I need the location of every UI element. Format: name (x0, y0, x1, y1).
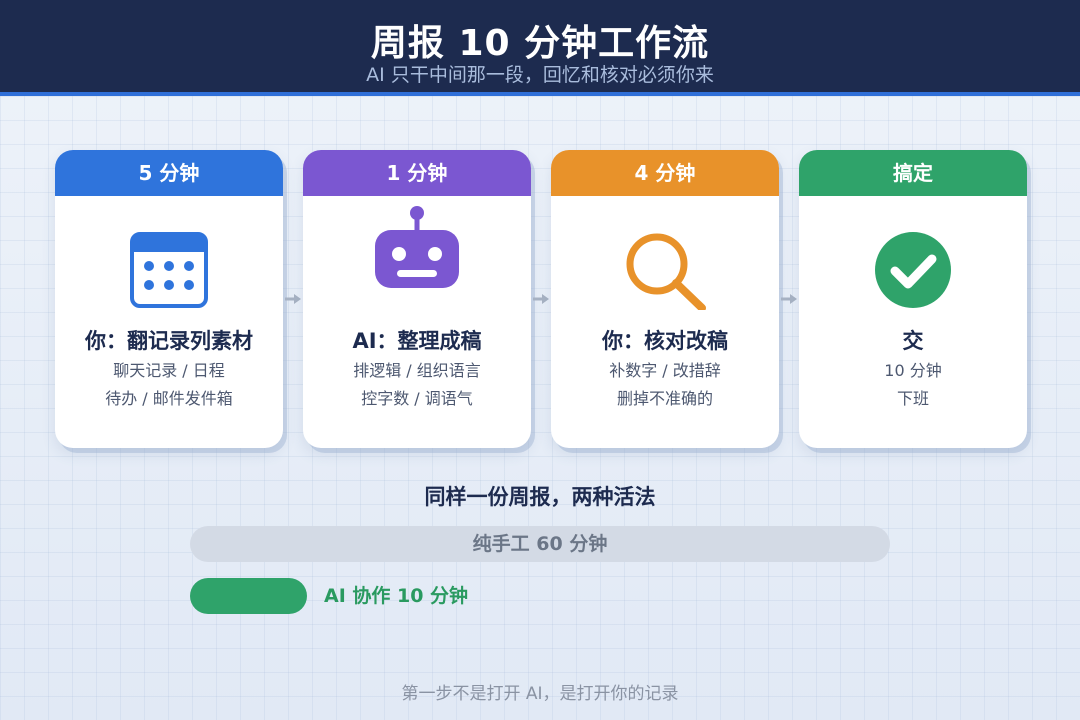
ai-time-label: AI 协作 10 分钟 (324, 585, 469, 607)
step-detail-line: 删掉不准确的 (616, 389, 713, 408)
arrow-right-icon (285, 294, 301, 304)
step-detail-line: 10 分钟 (884, 361, 942, 380)
robot-icon (367, 206, 467, 310)
checkmark-icon (863, 230, 963, 310)
page-title: 周报 10 分钟工作流 (370, 23, 710, 64)
magnifier-icon (615, 230, 715, 310)
ai-time-bar (190, 578, 307, 614)
step-detail-line: 补数字 / 改措辞 (609, 361, 721, 380)
header-banner: 周报 10 分钟工作流 AI 只干中间那一段，回忆和核对必须你来 (0, 0, 1080, 96)
step-title: 你：核对改稿 (602, 329, 728, 353)
arrow-right-icon (781, 294, 797, 304)
step-detail-line: 待办 / 邮件发件箱 (105, 389, 233, 408)
step-title: 交 (902, 329, 924, 353)
step-card-review: 4 分钟 你：核对改稿 补数字 / 改措辞 删掉不准确的 (551, 150, 779, 448)
step-detail-line: 聊天记录 / 日程 (113, 361, 225, 380)
step-card-materials: 5 分钟 你：翻记录列素材 聊天记录 / 日程 待办 / 邮件发件箱 (55, 150, 283, 448)
footer-note: 第一步不是打开 AI，是打开你的记录 (401, 684, 679, 704)
step-detail-line: 控字数 / 调语气 (361, 389, 473, 408)
step-title: AI：整理成稿 (352, 329, 482, 353)
manual-time-bar: 纯手工 60 分钟 (190, 526, 890, 562)
step-card-done: 搞定 交 10 分钟 下班 (799, 150, 1027, 448)
page-subtitle: AI 只干中间那一段，回忆和核对必须你来 (366, 64, 714, 86)
step-time-label: 搞定 (799, 150, 1027, 196)
step-time-label: 4 分钟 (551, 150, 779, 196)
step-title: 你：翻记录列素材 (85, 329, 253, 353)
step-time-label: 1 分钟 (303, 150, 531, 196)
step-time-label: 5 分钟 (55, 150, 283, 196)
step-card-ai-draft: 1 分钟 AI：整理成稿 排逻辑 / 组织语言 控字数 / 调语气 (303, 150, 531, 448)
calendar-icon (119, 230, 219, 310)
manual-time-label: 纯手工 60 分钟 (472, 533, 608, 555)
comparison-title: 同样一份周报，两种活法 (424, 485, 656, 509)
step-detail-line: 排逻辑 / 组织语言 (353, 361, 481, 380)
step-detail-line: 下班 (896, 389, 929, 408)
arrow-right-icon (533, 294, 549, 304)
